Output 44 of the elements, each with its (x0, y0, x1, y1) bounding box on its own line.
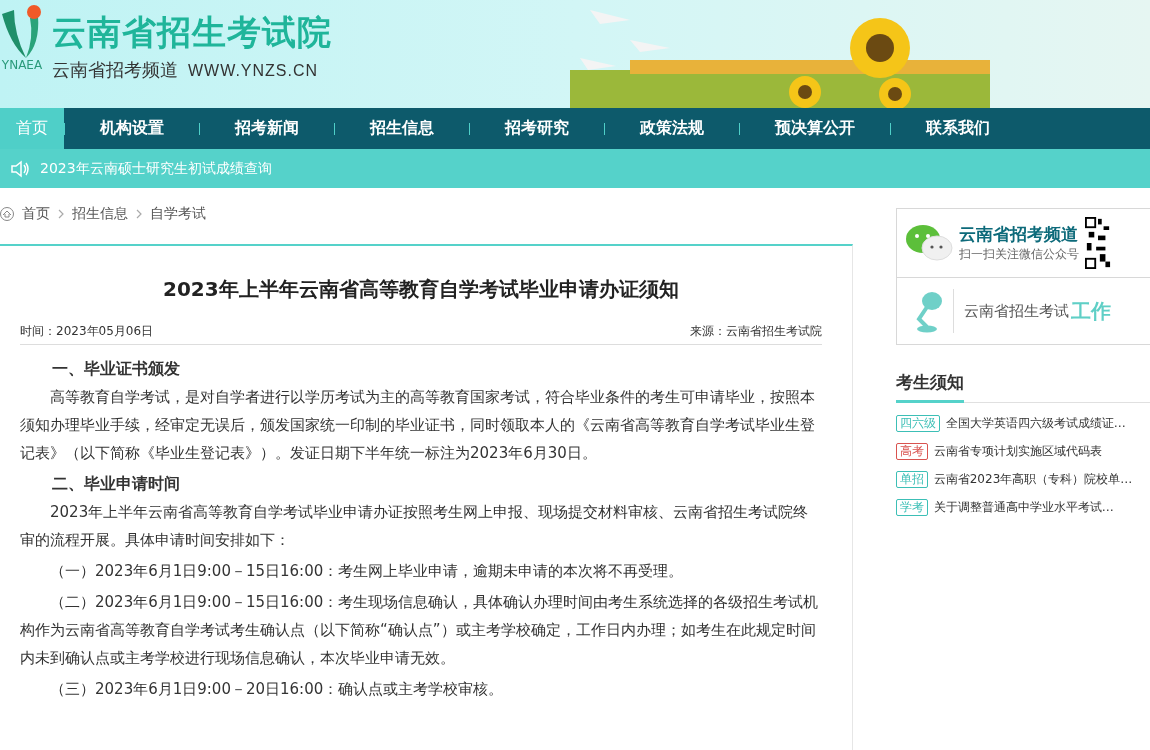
notice-link[interactable]: 云南省专项计划实施区域代码表 (933, 442, 1102, 460)
nav-tab[interactable]: 机构设置 (65, 108, 199, 149)
category-tag: 学考 (895, 498, 928, 516)
wechat-title: 云南省招考频道 (958, 223, 1079, 246)
qr-code-icon (1084, 215, 1111, 271)
paragraph: （二）2023年6月1日9:00－15日16:00：考生现场信息确认，具体确认办理时间由考生系统选择的各级招生考试机构作为云南省高等教育自学考试考生确认点（以下简称“确认点”）或主考学校确定，工作日内办理；如考生在此规定时间内未到确认点或主考学校进行现场信息确认，本次毕业申请无效。 (20, 592, 820, 669)
nav-tab[interactable]: 招考新闻 (200, 108, 334, 149)
speaker-icon (10, 159, 30, 178)
breadcrumb-link[interactable]: 自学考试 (150, 205, 206, 223)
breadcrumb-link[interactable]: 招生信息 (72, 205, 128, 223)
work-text: 云南省招生考试 (963, 301, 1069, 321)
notice-title: 考生须知 (895, 371, 964, 403)
nav-tab[interactable]: 联系我们 (891, 108, 1025, 149)
wechat-icon (904, 223, 953, 263)
nav-tab[interactable]: 招生信息 (335, 108, 469, 149)
category-tag: 高考 (895, 442, 928, 460)
logo-text: YNAEA (1, 58, 43, 72)
chevron-icon (136, 209, 142, 219)
category-tag: 单招 (895, 470, 928, 488)
nav-tab[interactable]: 预决算公开 (740, 108, 890, 149)
paragraph: （三）2023年6月1日9:00－20日16:00：确认点或主考学校审核。 (49, 679, 505, 700)
article-source: 来源：云南省招生考试院 (689, 323, 822, 340)
chevron-icon (58, 209, 64, 219)
work-highlight: 工作 (1070, 297, 1111, 325)
site-name: 云南省招生考试院 (52, 12, 332, 52)
paragraph: （一）2023年6月1日9:00－15日16:00：考生网上毕业申请，逾期未申请的本次将不再受理。 (49, 561, 685, 582)
notice-link[interactable]: 关于调整普通高中学业水平考试… (933, 498, 1114, 516)
notice-link[interactable]: 全国大学英语四六级考试成绩证… (945, 414, 1126, 432)
site-url: WWW.YNZS.CN (188, 62, 319, 80)
nav-tab[interactable]: 政策法规 (605, 108, 739, 149)
section-heading: 一、毕业证书颁发 (51, 358, 181, 380)
leaf-logo-icon (0, 4, 44, 60)
category-tag: 四六级 (895, 414, 940, 432)
notice-link[interactable]: 云南省2023年高职（专科）院校单… (933, 470, 1133, 488)
paragraph: 高等教育自学考试，是对自学者进行以学历考试为主的高等教育国家考试，符合毕业条件的考生可申请毕业，按照本须知办理毕业手续，经审定无误后，颁发国家统一印制的毕业证书，同时领取本人的《云南省高等教育自学考试毕业生登记表》（以下简称《毕业生登记表》）。发证日期下半年统一标注为2023年6月30日。 (20, 387, 816, 464)
breadcrumb-link[interactable]: 首页 (22, 205, 50, 223)
section-heading: 二、毕业申请时间 (51, 473, 181, 495)
home-icon (0, 206, 14, 222)
wechat-subtitle: 扫一扫关注微信公众号 (958, 246, 1079, 263)
publish-time: 时间：2023年05月06日 (20, 323, 154, 340)
paragraph: 2023年上半年云南省高等教育自学考试毕业申请办证按照考生网上申报、现场提交材料审核、云南省招生考试院终审的流程开展。具体申请时间安排如下： (20, 502, 810, 551)
article-title: 2023年上半年云南省高等教育自学考试毕业申请办证须知 (162, 276, 680, 303)
site-subtitle: 云南省招考频道 (52, 58, 178, 82)
nav-tab[interactable]: 招考研究 (470, 108, 604, 149)
